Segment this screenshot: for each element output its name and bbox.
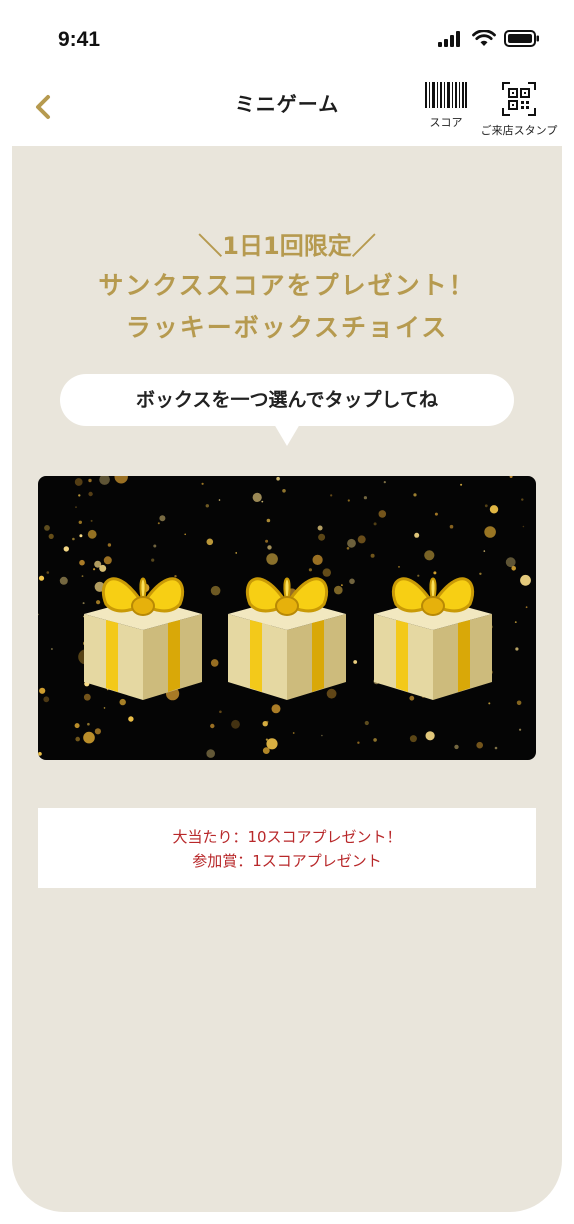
- visit-stamp-button[interactable]: ご来店スタンプ: [476, 82, 562, 138]
- grand-prize-text: 大当たり：10スコアプレゼント！: [172, 828, 402, 846]
- prize-info: 大当たり：10スコアプレゼント！ 参加賞：1スコアプレゼント: [38, 808, 536, 888]
- campaign-subtitle: ラッキーボックスチョイス: [125, 313, 449, 342]
- battery-icon: [504, 30, 539, 47]
- score-button[interactable]: スコア: [418, 82, 474, 130]
- score-label: スコア: [429, 116, 463, 129]
- gift-box-1[interactable]: [76, 552, 210, 704]
- status-bar: 9:41: [0, 0, 574, 78]
- wifi-icon: [472, 30, 496, 46]
- gift-box-3[interactable]: [366, 552, 500, 704]
- instruction-bubble: ボックスを一つ選んでタップしてね: [60, 374, 514, 426]
- gift-box-2[interactable]: [220, 552, 354, 704]
- visit-stamp-label: ご来店スタンプ: [480, 124, 558, 137]
- qr-code-icon: [502, 82, 536, 116]
- gift-box-stage: [38, 476, 536, 760]
- gift-box-icon: [228, 577, 346, 700]
- bubble-tail: [274, 424, 300, 446]
- status-icons: [438, 30, 540, 47]
- gift-box-icon: [374, 577, 492, 700]
- gift-box-icon: [84, 577, 202, 700]
- limit-notice: ＼1日1回限定／: [198, 232, 376, 260]
- status-time: 9:41: [58, 28, 101, 51]
- participation-prize-text: 参加賞：1スコアプレゼント: [192, 852, 382, 870]
- barcode-icon: [425, 82, 467, 108]
- app-header: ミニゲーム スコア ご来店スタンプ: [0, 78, 574, 146]
- game-panel: ＼1日1回限定／ サンクススコアをプレゼント！ ラッキーボックスチョイス ボック…: [12, 146, 562, 1212]
- campaign-title: サンクススコアをプレゼント！: [98, 271, 476, 300]
- signal-icon: [438, 30, 460, 47]
